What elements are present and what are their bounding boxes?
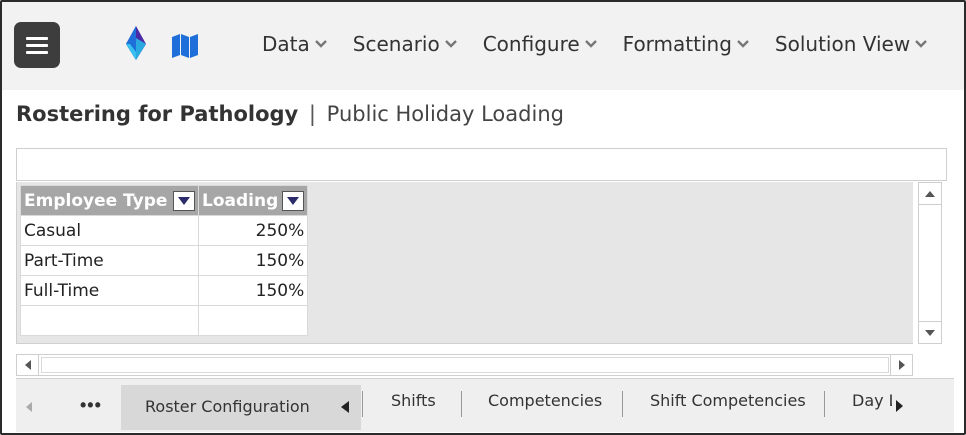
scroll-down-button[interactable]	[919, 321, 941, 343]
horizontal-scrollbar[interactable]	[16, 354, 913, 376]
loading-table: Employee Type Loading Casual 250% Part-T…	[20, 185, 309, 336]
tab-label: Shift Competencies	[650, 391, 806, 410]
table-row	[20, 305, 309, 336]
tab-label: Shifts	[391, 391, 436, 410]
menu-label: Formatting	[622, 32, 732, 56]
menu-label: Configure	[482, 32, 580, 56]
spreadsheet-grid: Employee Type Loading Casual 250% Part-T…	[16, 182, 913, 344]
arrow-right-icon	[898, 360, 905, 370]
chevron-down-icon	[444, 40, 457, 48]
column-header-employee-type[interactable]: Employee Type	[20, 185, 199, 216]
scroll-thumb[interactable]	[41, 357, 889, 373]
cell-employee-type[interactable]	[20, 305, 199, 336]
tab-divider	[362, 391, 363, 417]
arrow-up-icon	[925, 190, 935, 197]
chevron-down-icon	[737, 40, 749, 48]
scroll-left-button[interactable]	[17, 355, 39, 375]
menu-scenario[interactable]: Scenario	[353, 32, 457, 56]
page-title: Rostering for Pathology | Public Holiday…	[16, 102, 564, 126]
table-row: Casual 250%	[20, 215, 309, 246]
menu-data[interactable]: Data	[262, 32, 327, 56]
menu-formatting[interactable]: Formatting	[623, 32, 749, 56]
column-header-label: Loading	[202, 190, 279, 211]
sheet-tab-bar: ••• Roster Configuration Shifts Competen…	[16, 378, 954, 432]
title-separator: |	[308, 102, 316, 126]
cell-employee-type[interactable]: Full-Time	[20, 275, 199, 306]
tab-roster-configuration[interactable]: Roster Configuration	[121, 385, 361, 430]
tab-divider	[461, 391, 462, 417]
chevron-down-icon	[584, 40, 597, 48]
menu-label: Scenario	[352, 32, 440, 56]
cell-loading[interactable]: 250%	[197, 215, 309, 246]
filter-dropdown-icon[interactable]	[173, 190, 195, 211]
chevron-down-icon	[915, 40, 928, 48]
column-header-label: Employee Type	[24, 190, 168, 211]
tab-divider	[824, 391, 825, 417]
cell-employee-type[interactable]: Part-Time	[20, 245, 199, 276]
app-window: Data Scenario Configure Formatting Solut…	[0, 0, 966, 435]
tab-divider	[622, 391, 623, 417]
cell-loading[interactable]: 150%	[197, 245, 309, 276]
tab-day-l[interactable]: Day L	[852, 391, 892, 410]
tab-shift-competencies[interactable]: Shift Competencies	[650, 391, 806, 410]
tab-scroll-right-icon[interactable]	[896, 399, 904, 413]
scroll-thumb[interactable]	[921, 207, 939, 319]
filter-dropdown-icon[interactable]	[282, 190, 305, 211]
app-title: Rostering for Pathology	[16, 102, 299, 126]
scroll-up-button[interactable]	[919, 183, 941, 205]
tab-shifts[interactable]: Shifts	[391, 391, 436, 410]
tab-label: Competencies	[488, 391, 603, 410]
menu-configure[interactable]: Configure	[483, 32, 597, 56]
top-navigation-bar: Data Scenario Configure Formatting Solut…	[2, 2, 964, 90]
arrow-left-icon	[24, 360, 31, 370]
cell-employee-type[interactable]: Casual	[20, 215, 199, 246]
column-header-loading[interactable]: Loading	[197, 185, 309, 216]
table-row: Part-Time 150%	[20, 245, 309, 276]
tab-scroll-left-icon[interactable]	[22, 399, 34, 415]
tab-competencies[interactable]: Competencies	[488, 391, 602, 410]
cell-loading[interactable]: 150%	[197, 275, 309, 306]
menu-label: Data	[262, 32, 310, 56]
scroll-right-button[interactable]	[890, 355, 912, 375]
chevron-down-icon	[314, 40, 327, 48]
menu-solution-view[interactable]: Solution View	[774, 32, 928, 56]
more-tabs-button[interactable]: •••	[80, 395, 102, 416]
arrow-down-icon	[925, 329, 935, 336]
main-menu: Data Scenario Configure Formatting Solut…	[262, 32, 928, 56]
table-row: Full-Time 150%	[20, 275, 309, 306]
table-header-row: Employee Type Loading	[20, 185, 309, 216]
cell-loading[interactable]	[197, 305, 309, 336]
tab-label: Roster Configuration	[145, 397, 310, 416]
caret-left-icon	[341, 401, 349, 413]
vertical-scrollbar[interactable]	[918, 182, 942, 344]
tab-label: Day L	[852, 391, 892, 410]
menu-label: Solution View	[774, 32, 911, 56]
formula-bar[interactable]	[16, 148, 947, 181]
page-subtitle: Public Holiday Loading	[326, 102, 564, 126]
